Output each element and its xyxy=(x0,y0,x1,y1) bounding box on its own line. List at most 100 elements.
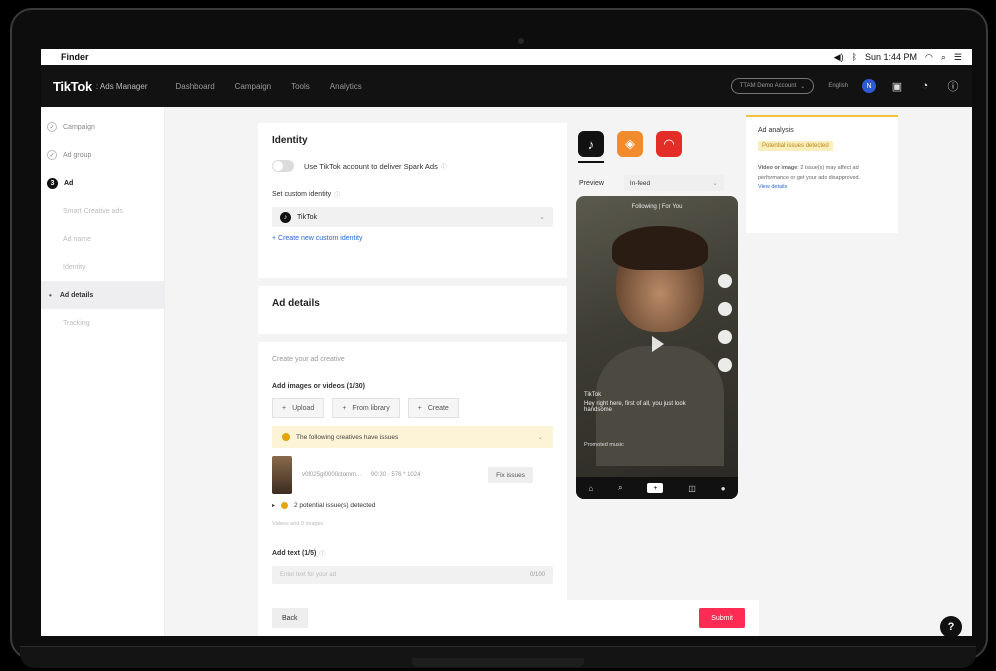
back-button[interactable]: Back xyxy=(272,608,308,628)
sidebar-item-ad-details[interactable]: • Ad details xyxy=(41,281,164,309)
nav-campaign[interactable]: Campaign xyxy=(235,82,271,91)
help-icon[interactable]: ⓘ xyxy=(946,79,960,93)
play-icon[interactable] xyxy=(652,336,664,352)
sidebar-item-ad[interactable]: 3 Ad xyxy=(41,169,164,197)
sidebar-item-identity[interactable]: Identity xyxy=(41,253,164,281)
preview-caption: TikTok Hey right here, first of all, you… xyxy=(584,392,694,413)
ad-details-title: Ad details xyxy=(272,298,320,309)
topbuzz-app-icon[interactable]: ◠ xyxy=(656,131,682,157)
nav-analytics[interactable]: Analytics xyxy=(330,82,362,91)
laptop-notch xyxy=(412,658,584,667)
caret-right-icon[interactable]: ▸ xyxy=(272,502,275,509)
preview-music: Promoted music xyxy=(584,442,624,448)
clock[interactable]: Sun 1:44 PM xyxy=(865,52,917,62)
info-icon[interactable]: ⓘ xyxy=(319,549,325,558)
sidebar-item-label: Identity xyxy=(63,263,86,271)
create-label: Create xyxy=(427,404,449,412)
view-details-link[interactable]: View details xyxy=(758,184,886,190)
spark-ads-label: Use TikTok account to deliver Spark Ads xyxy=(304,161,438,171)
app-name[interactable]: Finder xyxy=(61,52,89,62)
sidebar-item-label: Ad details xyxy=(59,291,94,299)
create-plus-icon: + xyxy=(647,483,664,493)
check-icon: ✓ xyxy=(47,150,57,160)
tiktok-top-bar: TikTok : Ads Manager Dashboard Campaign … xyxy=(41,65,972,107)
preview-tab-bar: ⌂ ⌕ + ◫ ● xyxy=(576,477,738,499)
sidebar-item-campaign[interactable]: ✓ Campaign xyxy=(41,113,164,141)
sidebar-item-label: Campaign xyxy=(63,123,95,131)
info-icon[interactable]: ⓘ xyxy=(334,190,340,199)
tiktok-icon: ♪ xyxy=(280,211,291,223)
sidebar-item-ad-name[interactable]: Ad name xyxy=(41,225,164,253)
pangle-app-icon[interactable]: ◈ xyxy=(617,131,643,157)
preview-action-rail xyxy=(718,274,732,372)
sidebar-item-ad-group[interactable]: ✓ Ad group xyxy=(41,141,164,169)
chevron-down-icon: ⌄ xyxy=(537,434,543,441)
nav-dashboard[interactable]: Dashboard xyxy=(176,82,215,91)
identity-title: Identity xyxy=(272,135,308,146)
sidebar: ✓ Campaign ✓ Ad group 3 Ad Smart Creativ… xyxy=(41,107,165,636)
preview-feed-tabs: Following | For You xyxy=(631,204,683,210)
ad-text-input[interactable]: Enter text for your ad 0/100 xyxy=(272,566,553,584)
create-identity-link[interactable]: + Create new custom identity xyxy=(272,235,553,242)
tiktok-app-icon[interactable]: ♪ xyxy=(578,131,604,157)
sidebar-item-label: Ad group xyxy=(63,151,92,159)
placement-value: In-feed xyxy=(629,179,651,187)
identity-card: Identity Use TikTok account to deliver S… xyxy=(258,123,567,278)
check-icon: ✓ xyxy=(47,122,57,132)
fix-issues-button[interactable]: Fix issues xyxy=(488,467,533,483)
language-selector[interactable]: English xyxy=(828,83,848,89)
video-thumbnail[interactable] xyxy=(272,456,292,494)
search-icon[interactable]: ⌕ xyxy=(941,52,946,63)
custom-identity-label: Set custom identity xyxy=(272,191,332,198)
identity-value: TikTok xyxy=(297,213,317,221)
preview-controls: Preview In-feed ⌄ xyxy=(579,175,724,191)
inbox-icon[interactable]: ▣ xyxy=(890,79,904,93)
identity-select[interactable]: ♪ TikTok ⌄ xyxy=(272,207,553,227)
issues-detected: 2 potential issue(s) detected xyxy=(294,502,376,509)
home-icon: ⌂ xyxy=(588,483,594,493)
plus-icon: + xyxy=(417,404,422,412)
heart-icon xyxy=(718,302,732,316)
avatar[interactable]: N xyxy=(862,79,876,93)
bell-icon[interactable]: ◔ xyxy=(918,79,932,93)
ad-text-count: 0/100 xyxy=(529,572,545,578)
sidebar-item-smart-creative[interactable]: Smart Creative ads xyxy=(41,197,164,225)
creative-card: Create your ad creative Add images or vi… xyxy=(258,342,567,636)
submit-button[interactable]: Submit xyxy=(699,608,745,628)
sidebar-item-label: Smart Creative ads xyxy=(63,207,123,215)
comment-icon xyxy=(718,330,732,344)
plus-icon: + xyxy=(342,404,347,412)
placement-select[interactable]: In-feed ⌄ xyxy=(623,175,724,191)
volume-icon[interactable]: ◀) xyxy=(834,52,844,63)
main-content: ✓ Campaign ✓ Ad group 3 Ad Smart Creativ… xyxy=(41,107,972,636)
from-library-button[interactable]: + From library xyxy=(332,398,400,418)
account-name: TTAM Demo Account xyxy=(739,83,797,89)
bottom-action-bar: Back Submit xyxy=(258,600,759,636)
issues-warning[interactable]: The following creatives have issues ⌄ xyxy=(272,426,553,448)
nav-tools[interactable]: Tools xyxy=(291,82,310,91)
sidebar-item-label: Ad xyxy=(64,179,74,187)
help-chat-button[interactable]: ? xyxy=(940,616,962,636)
bullet-icon: • xyxy=(49,290,52,300)
sidebar-item-label: Ad name xyxy=(63,235,92,243)
selected-tab-indicator xyxy=(578,161,604,163)
main-nav: Dashboard Campaign Tools Analytics xyxy=(176,82,362,91)
upload-button[interactable]: + Upload xyxy=(272,398,325,418)
control-center-icon[interactable]: ☰ xyxy=(954,52,962,63)
analysis-badge: Potential issues detected xyxy=(758,141,833,151)
sidebar-item-tracking[interactable]: Tracking xyxy=(41,309,164,337)
analysis-body-bold: Video or image xyxy=(758,165,798,171)
phone-preview[interactable]: Following | For You TikTok Hey right her… xyxy=(576,196,738,499)
wifi-icon[interactable]: ◠ xyxy=(925,52,933,63)
tiktok-logo[interactable]: TikTok xyxy=(53,79,92,94)
info-icon[interactable]: ⓘ xyxy=(441,162,447,171)
profile-icon xyxy=(718,274,732,288)
plus-icon: + xyxy=(282,404,287,412)
create-button[interactable]: + Create xyxy=(407,398,459,418)
spark-ads-toggle[interactable] xyxy=(272,160,294,172)
account-selector[interactable]: TTAM Demo Account ⌄ xyxy=(730,78,815,94)
file-meta: 00:30 · 576 * 1024 xyxy=(371,472,421,478)
add-media-label: Add images or videos (1/30) xyxy=(272,383,365,390)
bluetooth-icon[interactable]: ᛒ xyxy=(852,52,857,62)
chevron-down-icon: ⌄ xyxy=(800,83,806,90)
